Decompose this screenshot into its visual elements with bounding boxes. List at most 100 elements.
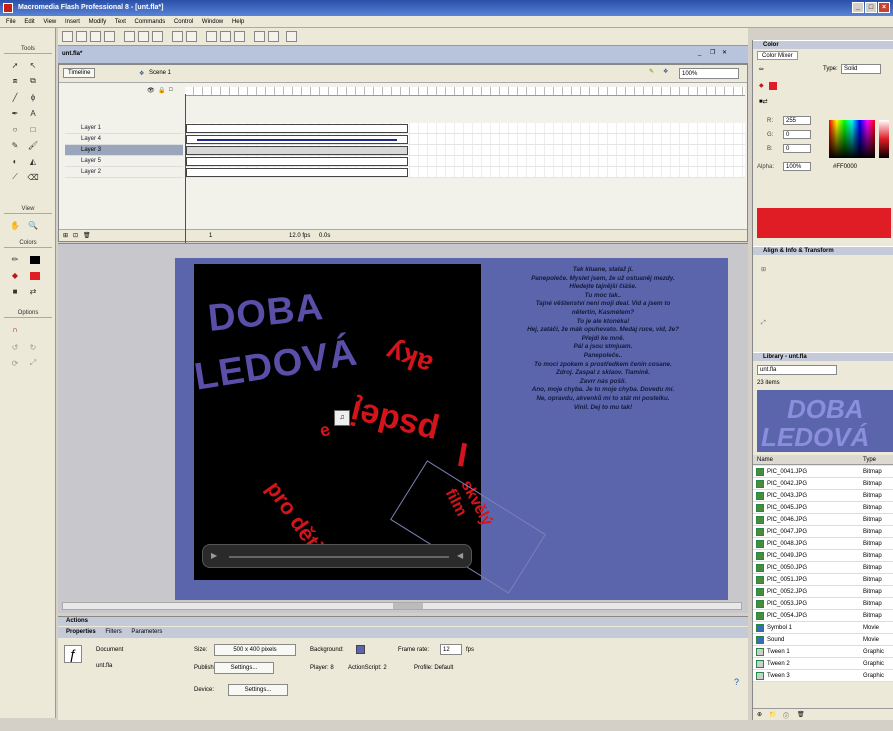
fill-bucket-icon[interactable]: ◆ xyxy=(759,82,764,89)
subselect-tool-icon[interactable]: ↖ xyxy=(26,58,40,72)
volume-icon[interactable]: ◀ xyxy=(457,551,463,560)
library-item[interactable]: Tween 2 Graphic xyxy=(753,658,893,670)
frame-span-audio[interactable] xyxy=(186,135,408,144)
fill-color-icon[interactable]: ◆ xyxy=(8,268,22,282)
menu-view[interactable]: View xyxy=(43,19,56,25)
menu-insert[interactable]: Insert xyxy=(65,19,80,25)
menu-text[interactable]: Text xyxy=(115,19,126,25)
tab-filters[interactable]: Filters xyxy=(105,629,121,635)
paint-bucket-icon[interactable]: ◭ xyxy=(26,154,40,168)
layer-row[interactable]: Layer 4 xyxy=(65,134,183,145)
horizontal-scrollbar[interactable] xyxy=(62,602,742,610)
zoom-tool-icon[interactable]: 🔍 xyxy=(26,218,40,232)
color-spectrum[interactable] xyxy=(829,120,875,158)
blue-input[interactable]: 0 xyxy=(783,144,811,153)
straighten-icon[interactable] xyxy=(234,31,245,42)
stroke-pencil-icon[interactable]: ✏ xyxy=(759,66,764,73)
playhead[interactable] xyxy=(185,94,186,244)
stroke-swatch[interactable] xyxy=(30,256,40,264)
align-icon[interactable]: ⊞ xyxy=(761,266,766,273)
col-name[interactable]: Name xyxy=(757,457,773,463)
library-item[interactable]: PIC_0051.JPG Bitmap xyxy=(753,574,893,586)
hex-value[interactable]: #FF0000 xyxy=(833,164,857,170)
align-icon[interactable] xyxy=(286,31,297,42)
framerate-input[interactable]: 12 xyxy=(440,644,462,655)
cut-icon[interactable] xyxy=(124,31,135,42)
stage-work-area[interactable]: DOBA LEDOVÁ aky psdeį e I pro děti skvěl… xyxy=(58,243,748,613)
library-item[interactable]: PIC_0052.JPG Bitmap xyxy=(753,586,893,598)
play-icon[interactable]: ▶ xyxy=(211,551,217,560)
library-item[interactable]: PIC_0048.JPG Bitmap xyxy=(753,538,893,550)
story-text-block[interactable]: Tak kluane, stalaž ji. Panepoleče. Mysle… xyxy=(488,266,718,412)
properties-icon[interactable]: ⓘ xyxy=(783,711,789,720)
delete-layer-icon[interactable]: 🗑 xyxy=(83,232,91,239)
brightness-slider[interactable] xyxy=(879,120,889,158)
snap-icon[interactable] xyxy=(206,31,217,42)
free-transform-icon[interactable]: ⧈ xyxy=(8,74,22,88)
new-file-icon[interactable] xyxy=(62,31,73,42)
open-file-icon[interactable] xyxy=(76,31,87,42)
swap-colors-icon[interactable]: ⇄ xyxy=(26,284,40,298)
frame-span[interactable] xyxy=(186,124,408,133)
doc-restore-icon[interactable]: ❐ xyxy=(710,49,715,56)
paste-icon[interactable] xyxy=(152,31,163,42)
scale-icon[interactable] xyxy=(268,31,279,42)
publish-settings-button[interactable]: Settings... xyxy=(214,662,274,674)
menu-window[interactable]: Window xyxy=(202,19,223,25)
rectangle-tool-icon[interactable]: □ xyxy=(26,122,40,136)
eyedropper-icon[interactable]: ⟋ xyxy=(8,170,22,184)
fill-color-chip[interactable] xyxy=(769,82,777,90)
oval-tool-icon[interactable]: ○ xyxy=(8,122,22,136)
actions-header[interactable]: Actions xyxy=(58,617,748,626)
library-item[interactable]: PIC_0045.JPG Bitmap xyxy=(753,502,893,514)
layer-row-selected[interactable]: Layer 3 xyxy=(65,145,183,156)
library-item[interactable]: PIC_0041.JPG Bitmap xyxy=(753,466,893,478)
line-tool-icon[interactable]: ╱ xyxy=(8,90,22,104)
scroll-thumb[interactable] xyxy=(393,603,423,609)
background-color-swatch[interactable] xyxy=(356,645,365,654)
show-hide-icon[interactable]: 👁 xyxy=(147,87,155,94)
timeline-toggle-button[interactable]: Timeline xyxy=(63,68,96,78)
menu-help[interactable]: Help xyxy=(232,19,244,25)
pencil-tool-icon[interactable]: ✎ xyxy=(8,138,22,152)
menu-file[interactable]: File xyxy=(6,19,16,25)
device-settings-button[interactable]: Settings... xyxy=(228,684,288,696)
stroke-color-icon[interactable]: ✏ xyxy=(8,252,22,266)
undo-icon[interactable] xyxy=(172,31,183,42)
color-mixer-tab[interactable]: Color Mixer xyxy=(757,51,798,60)
new-folder-icon[interactable]: 📁 xyxy=(769,711,776,718)
sound-symbol-icon[interactable]: ♫ xyxy=(334,410,350,426)
straighten-option-icon[interactable]: ↻ xyxy=(26,340,40,354)
scene-label[interactable]: Scene 1 xyxy=(149,70,171,76)
smooth-option-icon[interactable]: ↺ xyxy=(8,340,22,354)
fill-swatch[interactable] xyxy=(30,272,40,280)
hand-tool-icon[interactable]: ✋ xyxy=(8,218,22,232)
library-item[interactable]: PIC_0050.JPG Bitmap xyxy=(753,562,893,574)
ink-bottle-icon[interactable]: ◐ xyxy=(8,154,22,168)
delete-item-icon[interactable]: 🗑 xyxy=(797,711,805,718)
fill-type-select[interactable]: Solid xyxy=(841,64,881,74)
outline-icon[interactable]: □ xyxy=(169,87,173,93)
magnet-icon[interactable]: ∩ xyxy=(8,322,22,336)
col-type[interactable]: Type xyxy=(863,455,876,465)
tab-properties[interactable]: Properties xyxy=(66,629,96,635)
eraser-icon[interactable]: ⌫ xyxy=(26,170,40,184)
red-input[interactable]: 255 xyxy=(783,116,811,125)
print-icon[interactable] xyxy=(104,31,115,42)
black-white-icon[interactable]: ■ xyxy=(8,284,22,298)
align-panel-header[interactable]: Align & Info & Transform xyxy=(753,246,893,255)
rotate-option-icon[interactable]: ⟳ xyxy=(8,356,22,370)
layer-row[interactable]: Layer 1 xyxy=(65,123,183,134)
fill-transform-icon[interactable]: ⧉ xyxy=(26,74,40,88)
arrow-tool-icon[interactable]: ➚ xyxy=(8,58,22,72)
library-item[interactable]: PIC_0049.JPG Bitmap xyxy=(753,550,893,562)
library-item[interactable]: PIC_0053.JPG Bitmap xyxy=(753,598,893,610)
insert-layer-icon[interactable]: ⊞ xyxy=(63,232,68,239)
library-item[interactable]: PIC_0046.JPG Bitmap xyxy=(753,514,893,526)
library-item[interactable]: PIC_0047.JPG Bitmap xyxy=(753,526,893,538)
bw-swap-icon[interactable]: ■⇄ xyxy=(759,98,768,105)
library-panel-header[interactable]: Library - unt.fla xyxy=(753,352,893,361)
menu-commands[interactable]: Commands xyxy=(135,19,166,25)
copy-icon[interactable] xyxy=(138,31,149,42)
library-document-select[interactable]: unt.fla xyxy=(757,365,837,375)
